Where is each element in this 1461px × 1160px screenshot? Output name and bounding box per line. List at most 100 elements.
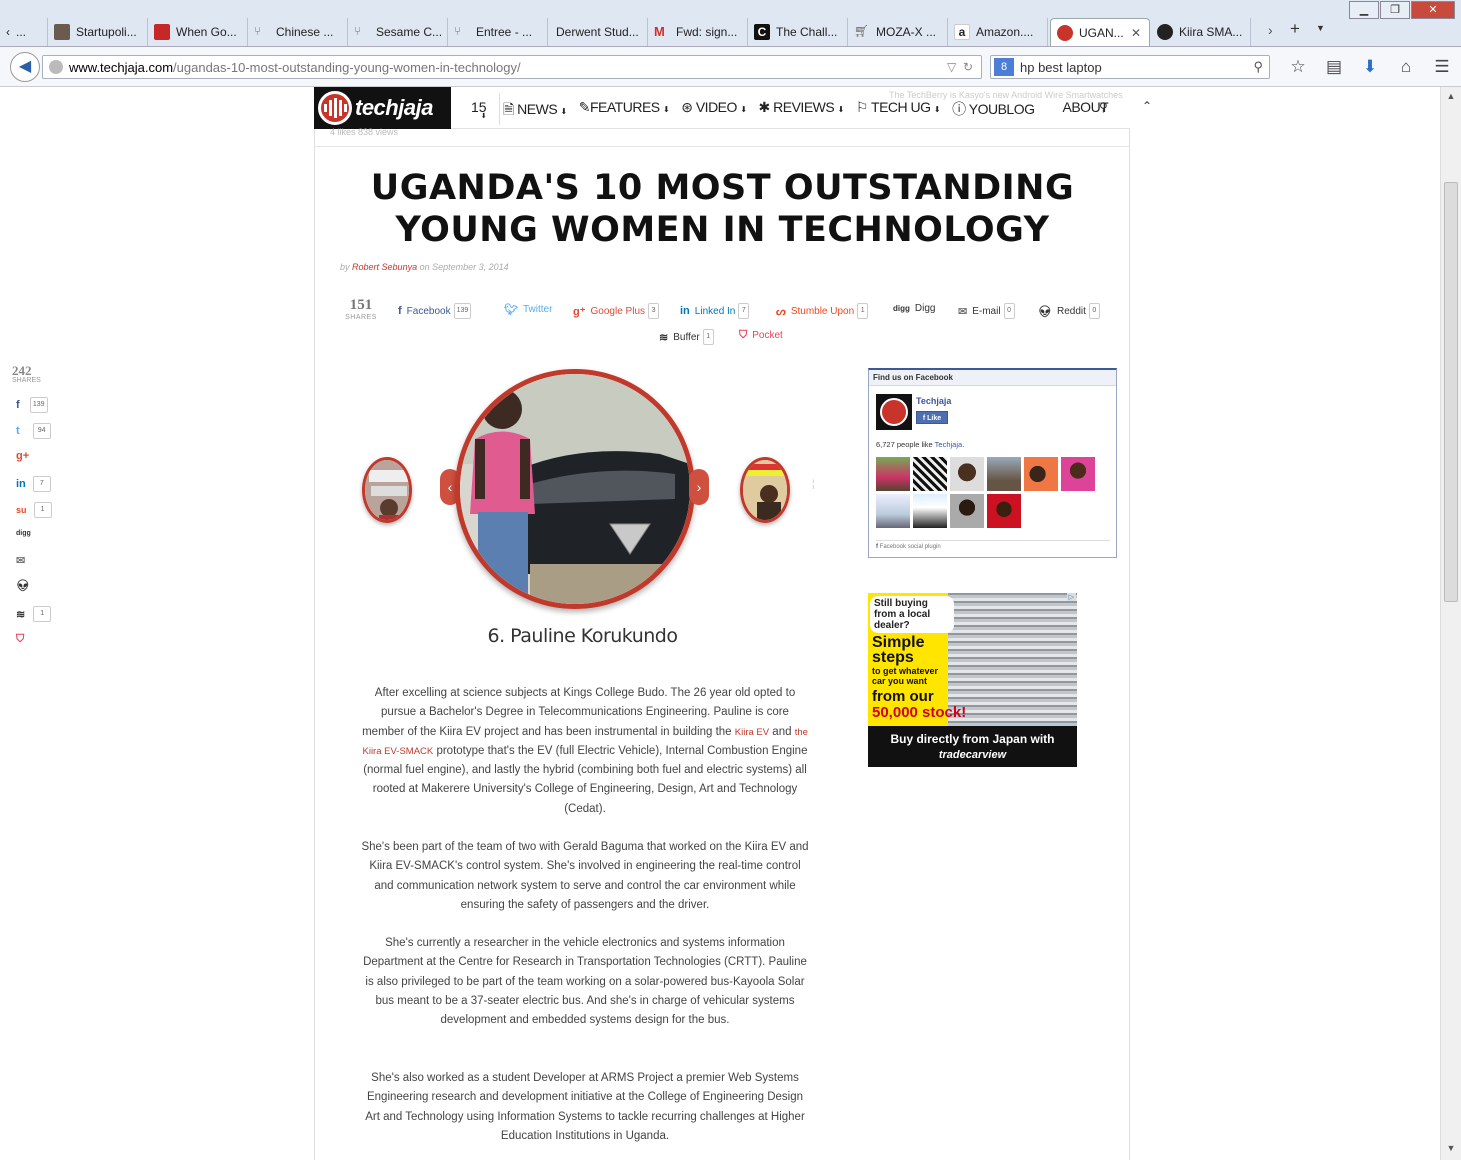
close-window-icon[interactable]: ✕ [1411,1,1455,19]
tab-11-active[interactable]: UGAN... ✕ [1050,18,1150,46]
home-icon[interactable]: ⌂ [1388,57,1424,77]
tab-3[interactable]: ⑂ Chinese ... [248,18,348,46]
tab-8[interactable]: C The Chall... [748,18,848,46]
share-facebook-button[interactable]: f Facebook 139 [398,303,472,319]
nav-item-news[interactable]: 🗎︎ NEWS ⬇ [503,99,567,123]
facebook-page-avatar[interactable] [876,394,912,430]
facebook-like-button[interactable]: f Like [916,411,948,424]
download-icon[interactable]: ⬇ [1352,57,1388,77]
share-stumbleupon-button[interactable]: ᔕ Stumble Upon 1 [776,303,869,319]
woman-with-car-photo [460,374,690,604]
share-reddit-button[interactable]: 👽︎ Reddit 0 [1038,303,1100,319]
fan-avatar[interactable] [1024,457,1058,491]
circle-icon [1157,24,1173,40]
tab-1[interactable]: Startupoli... [48,18,148,46]
nav-item-video[interactable]: ⊛ VIDEO ⬇ [681,99,747,123]
author-link[interactable]: Robert Sebunya [352,262,417,272]
share-buffer-button[interactable]: ≋ Buffer 1 [659,329,714,345]
floating-share-email[interactable]: ✉ [16,554,25,567]
share-googleplus-button[interactable]: g⁺ Google Plus 3 [573,303,660,319]
nav-item-features[interactable]: ✎FEATURES ⬇ [579,99,670,123]
ad-subline: to get whatever car you want [872,666,939,686]
tab-9[interactable]: 🛒︎ MOZA-X ... [848,18,948,46]
nav-item-tech-ug[interactable]: ⚐ TECH UG ⬇ [856,99,941,123]
carousel-thumb-next[interactable] [740,457,790,523]
fan-avatar[interactable] [876,457,910,491]
share-digg-button[interactable]: digg Digg [893,303,935,314]
tradecarview-ad[interactable]: ▷ Still buying from a local dealer? Simp… [868,593,1077,767]
search-bar[interactable]: 8 hp best laptop ⚲ [990,55,1270,79]
share-pocket-button[interactable]: ⛉ Pocket [739,329,783,342]
fan-avatar[interactable] [913,494,947,528]
bookmarks-list-icon[interactable]: ▤ [1316,57,1352,77]
search-input[interactable]: hp best laptop [1020,60,1102,75]
fan-avatar[interactable] [950,494,984,528]
facebook-like-box: Find us on Facebook Techjaja f Like 6,72… [868,368,1117,558]
carousel-thumb-prev[interactable] [362,457,412,523]
fan-avatar[interactable] [950,457,984,491]
share-counter: 7 [738,303,750,319]
history-dropdown-icon[interactable]: ▽ [947,60,956,74]
tab-12[interactable]: Kiira SMA... [1151,18,1251,46]
tab-4[interactable]: ⑂ Sesame C... [348,18,448,46]
floating-share-stumbleupon[interactable]: su 1 [16,502,52,518]
share-counter: 1 [857,303,869,319]
fan-avatar[interactable] [1061,457,1095,491]
minimize-icon[interactable]: ▁ [1349,1,1379,19]
fan-avatar[interactable] [913,457,947,491]
search-icon[interactable]: ⚲ [1253,59,1263,75]
floating-share-facebook[interactable]: f 139 [16,397,48,413]
site-search-icon[interactable]: ⚲ [1099,100,1108,114]
dropdown-icon: ⬇ [933,105,941,114]
tab-2[interactable]: When Go... [148,18,248,46]
floating-share-buffer[interactable]: ≋ 1 [16,606,52,622]
buffer-icon: ≋ [16,608,26,621]
share-twitter-button[interactable]: 🐦︎ Twitter [504,303,552,316]
floating-share-linkedin[interactable]: in 7 [16,476,51,492]
adchoices-icon[interactable]: ▷ [1066,593,1076,601]
site-logo[interactable]: techjaja [314,87,451,129]
maximize-icon[interactable]: ❐ [1380,1,1410,19]
carousel-next-button[interactable]: › [689,469,709,505]
url-bar[interactable]: www.techjaja.com/ugandas-10-most-outstan… [42,55,982,79]
menu-icon[interactable]: ☰ [1424,57,1460,77]
scrollbar-thumb[interactable] [1444,182,1458,602]
vertical-scrollbar[interactable]: ▲ ▼ [1440,87,1461,1160]
like-count-link[interactable]: Techjaja. [935,440,965,449]
bookmark-star-icon[interactable]: ☆ [1280,57,1316,77]
nav-item-reviews[interactable]: ✱ REVIEWS ⬇ [759,99,845,123]
nav-counter[interactable]: 15 ⬇ [471,99,487,120]
list-tabs-icon[interactable]: ▼ [1316,23,1325,33]
fan-avatar[interactable] [987,494,1021,528]
share-label: Digg [914,303,936,314]
nav-item-youblog[interactable]: ⓘ YOUBLOG [952,99,1035,123]
tab-6[interactable]: Derwent Stud... [548,18,648,46]
tab-5[interactable]: ⑂ Entree - ... [448,18,548,46]
tab-scroll-right-icon[interactable]: › [1268,22,1273,38]
new-tab-icon[interactable]: + [1290,19,1300,39]
tab-7[interactable]: M Fwd: sign... [648,18,748,46]
facebook-page-name[interactable]: Techjaja [916,396,951,406]
kiira-ev-link[interactable]: Kiira EV [735,727,769,738]
floating-share-reddit[interactable]: 👽︎ [16,579,30,592]
floating-share-digg[interactable]: digg [16,530,31,537]
reload-icon[interactable]: ↻ [963,60,973,74]
close-tab-icon[interactable]: ✕ [1131,26,1141,40]
tab-scroll-left-icon[interactable]: ‹ [6,25,10,39]
scroll-top-icon[interactable]: ⌃ [1142,99,1152,113]
scroll-down-icon[interactable]: ▼ [1441,1143,1461,1153]
scroll-up-icon[interactable]: ▲ [1441,91,1461,101]
back-button[interactable]: ◀ [10,52,40,82]
floating-share-googleplus[interactable]: g+ [16,450,29,462]
facebook-plugin-footer: f Facebook social plugin [876,540,1110,550]
floating-share-twitter[interactable]: t 94 [16,423,51,439]
floating-share-pocket[interactable]: ⛉ [16,633,24,646]
search-engine-icon[interactable]: 8 [994,58,1014,76]
tab-10[interactable]: a Amazon.... [948,18,1048,46]
fan-avatar[interactable] [876,494,910,528]
fan-avatar[interactable] [987,457,1021,491]
site-identity-icon[interactable] [49,60,63,74]
share-email-button[interactable]: ✉ E-mail 0 [958,303,1015,319]
tab-0[interactable]: ‹... [0,18,48,46]
share-linkedin-button[interactable]: in Linked In 7 [680,303,750,319]
